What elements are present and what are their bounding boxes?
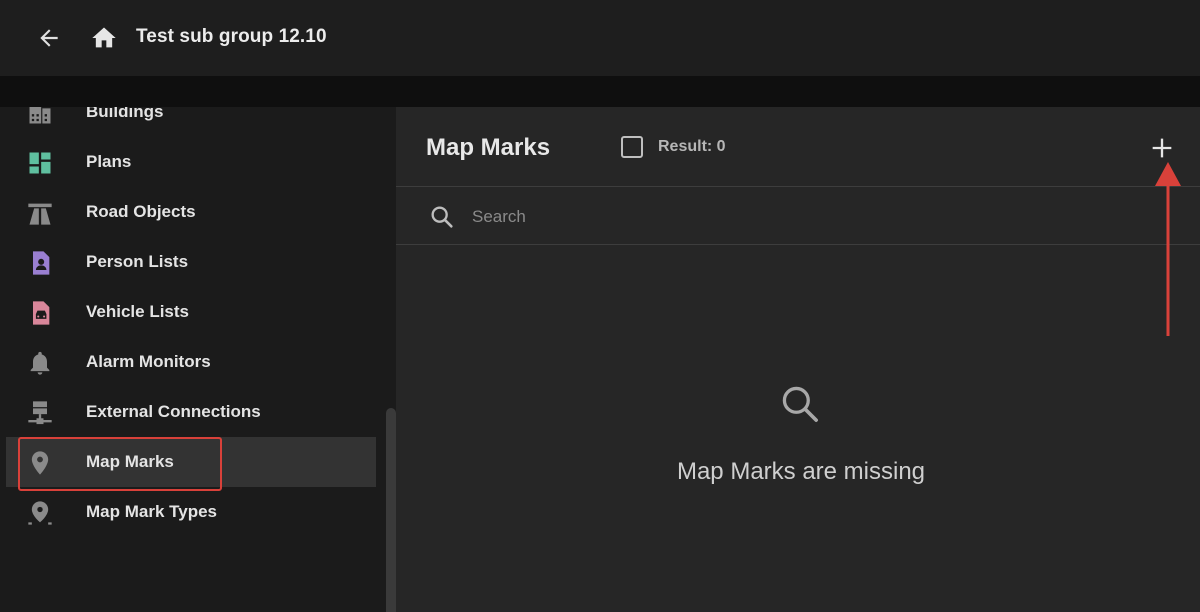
main-panel: Map Marks Result: 0 Map Marks are missin… — [396, 107, 1200, 612]
search-icon — [431, 206, 453, 228]
sidebar-item-label: Buildings — [86, 107, 164, 121]
arrow-left-icon[interactable] — [36, 25, 62, 51]
sidebar-item-plans[interactable]: Plans — [6, 137, 376, 187]
sidebar-item-alarm-monitors[interactable]: Alarm Monitors — [6, 337, 376, 387]
buildings-icon — [29, 107, 51, 124]
home-icon[interactable] — [90, 24, 118, 52]
sidebar-item-label: Map Marks — [86, 452, 174, 471]
sidebar-item-label: Plans — [86, 152, 132, 171]
sidebar-item-map-mark-types[interactable]: Map Mark Types — [6, 487, 376, 537]
plus-icon[interactable] — [1148, 134, 1176, 162]
sidebar-item-label: Road Objects — [86, 202, 196, 221]
search-divider — [396, 244, 1200, 245]
empty-state-message: Map Marks are missing — [676, 458, 926, 485]
page-header-title: Test sub group 12.10 — [136, 26, 327, 47]
network-icon — [28, 401, 52, 425]
sidebar: Buildings Plans Road Objects Person List… — [0, 107, 396, 612]
sidebar-item-external-connections[interactable]: External Connections — [6, 387, 376, 437]
map-pin-icon — [31, 451, 49, 475]
header-divider — [396, 186, 1200, 187]
sidebar-item-map-marks[interactable]: Map Marks — [6, 437, 376, 487]
plans-icon — [29, 152, 51, 174]
sidebar-item-label: Alarm Monitors — [86, 352, 211, 371]
sidebar-item-label: Person Lists — [86, 252, 189, 271]
bell-icon — [30, 351, 50, 375]
sidebar-item-label: External Connections — [86, 402, 261, 421]
sidebar-item-buildings[interactable]: Buildings — [6, 107, 376, 137]
page-title: Map Marks — [426, 134, 551, 161]
sidebar-scrollbar[interactable] — [386, 408, 396, 612]
sidebar-item-road-objects[interactable]: Road Objects — [6, 187, 376, 237]
top-header: Test sub group 12.10 — [0, 0, 1200, 76]
map-pin-type-icon — [28, 501, 52, 525]
vehicle-list-icon — [33, 301, 50, 325]
sidebar-item-label: Map Mark Types — [86, 502, 218, 521]
empty-search-icon — [782, 386, 818, 422]
sidebar-item-label: Vehicle Lists — [86, 302, 189, 321]
sidebar-item-person-lists[interactable]: Person Lists — [6, 237, 376, 287]
search-input[interactable] — [472, 203, 1072, 231]
sidebar-item-vehicle-lists[interactable]: Vehicle Lists — [6, 287, 376, 337]
select-all-checkbox[interactable] — [621, 136, 643, 158]
result-count: Result: 0 — [658, 138, 726, 155]
person-list-icon — [33, 251, 50, 275]
road-icon — [28, 203, 52, 225]
header-divider-strip — [0, 76, 1200, 107]
